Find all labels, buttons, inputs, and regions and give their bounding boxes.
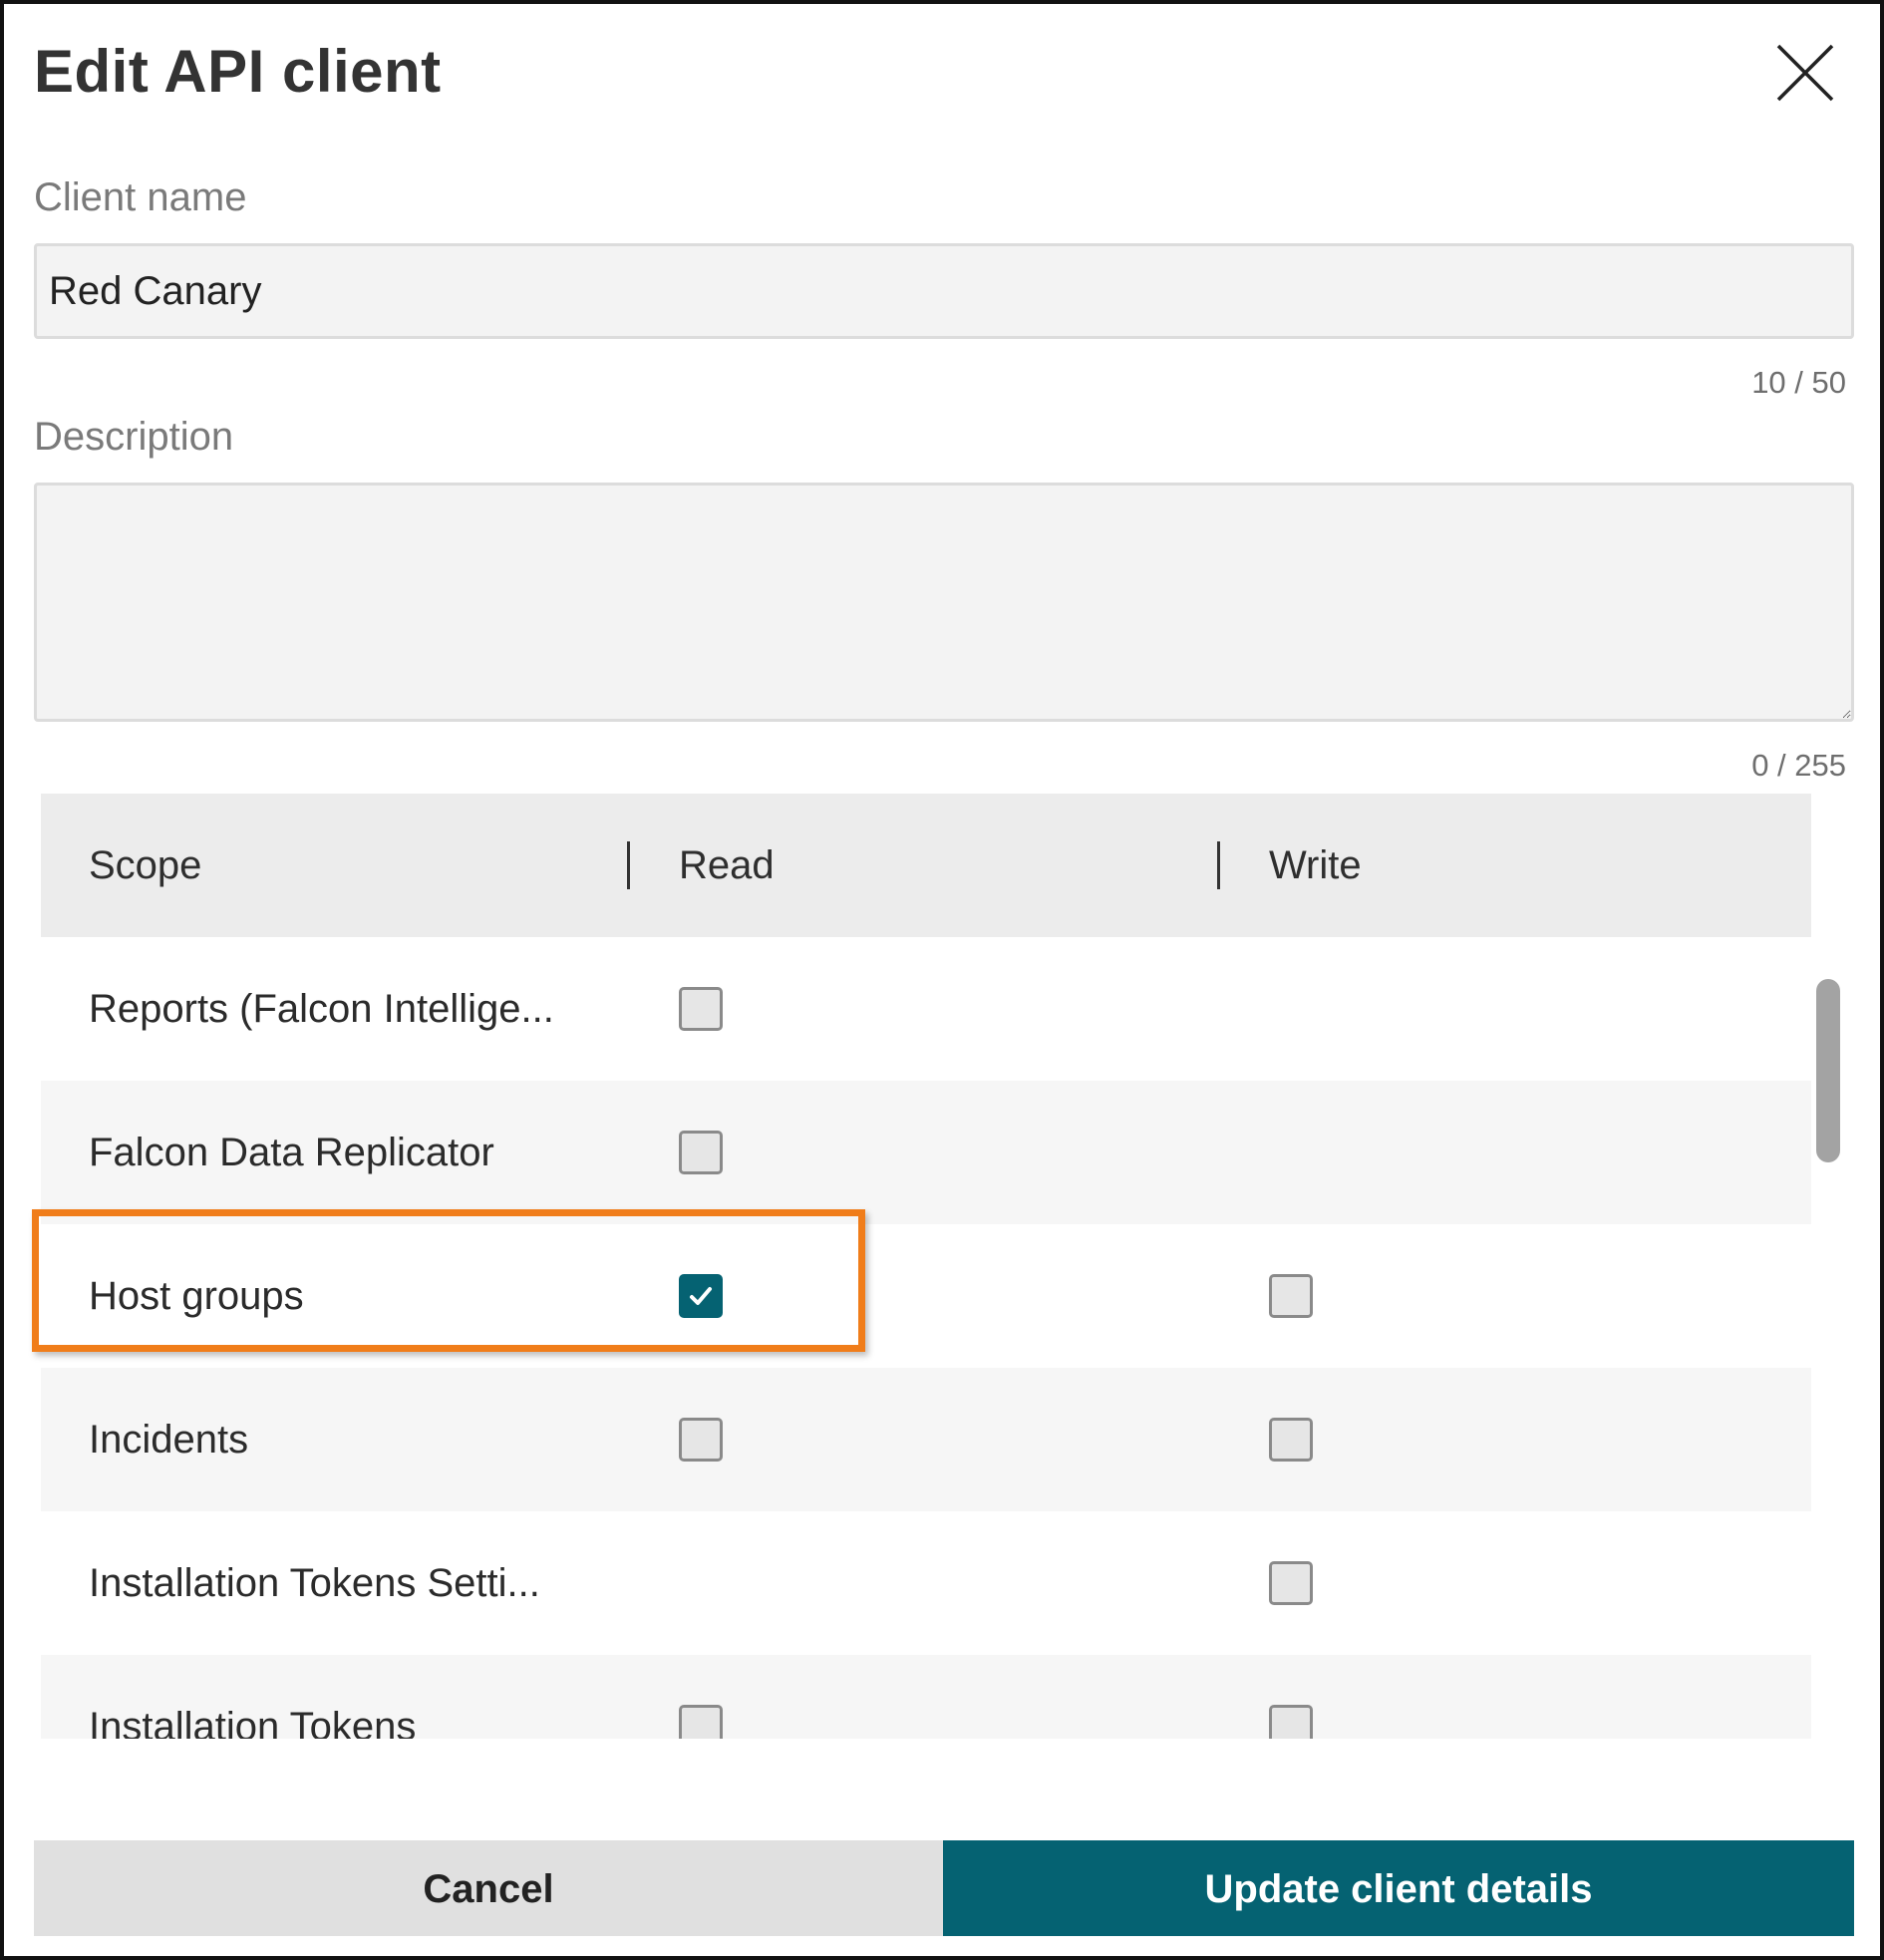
dialog-title: Edit API client (34, 38, 442, 105)
scope-name: Falcon Data Replicator (89, 1131, 494, 1174)
scope-name: Incidents (89, 1418, 249, 1462)
scopes-table-body: Reports (Falcon Intellige... Falcon Data… (41, 937, 1811, 1739)
table-row: Installation Tokens Setti... (41, 1511, 1811, 1655)
scope-name: Installation Tokens (89, 1705, 417, 1739)
write-checkbox[interactable] (1269, 1418, 1313, 1462)
write-checkbox[interactable] (1269, 1274, 1313, 1318)
update-client-details-button[interactable]: Update client details (943, 1840, 1854, 1936)
write-checkbox[interactable] (1269, 1561, 1313, 1605)
column-header-write[interactable]: Write (1269, 794, 1362, 937)
scope-name: Installation Tokens Setti... (89, 1561, 540, 1605)
read-checkbox[interactable] (679, 1274, 723, 1318)
table-row: Host groups (41, 1224, 1811, 1368)
edit-api-client-dialog: Edit API client Client name 10 / 50 Desc… (0, 0, 1884, 1960)
cancel-button[interactable]: Cancel (34, 1840, 943, 1936)
read-checkbox[interactable] (679, 1705, 723, 1739)
checkmark-icon (690, 1287, 712, 1305)
close-button[interactable] (1770, 38, 1840, 108)
table-row: Incidents (41, 1368, 1811, 1511)
column-divider[interactable] (1217, 841, 1220, 889)
description-label: Description (34, 415, 234, 459)
table-scrollbar-thumb[interactable] (1816, 979, 1840, 1162)
description-counter: 0 / 255 (1751, 748, 1846, 783)
column-header-read[interactable]: Read (679, 794, 775, 937)
client-name-counter: 10 / 50 (1751, 365, 1846, 400)
column-divider[interactable] (627, 841, 630, 889)
client-name-label: Client name (34, 175, 247, 219)
scope-name: Host groups (89, 1274, 304, 1318)
read-checkbox[interactable] (679, 1131, 723, 1174)
table-row: Installation Tokens (41, 1655, 1811, 1739)
close-icon (1776, 44, 1834, 102)
scopes-table-header: Scope Read Write (41, 794, 1811, 937)
column-header-scope[interactable]: Scope (89, 794, 201, 937)
read-checkbox[interactable] (679, 1418, 723, 1462)
scope-name: Reports (Falcon Intellige... (89, 987, 554, 1031)
write-checkbox[interactable] (1269, 1705, 1313, 1739)
table-row: Falcon Data Replicator (41, 1081, 1811, 1224)
description-input[interactable] (34, 483, 1854, 722)
client-name-input[interactable] (34, 243, 1854, 339)
table-row: Reports (Falcon Intellige... (41, 937, 1811, 1081)
read-checkbox[interactable] (679, 987, 723, 1031)
